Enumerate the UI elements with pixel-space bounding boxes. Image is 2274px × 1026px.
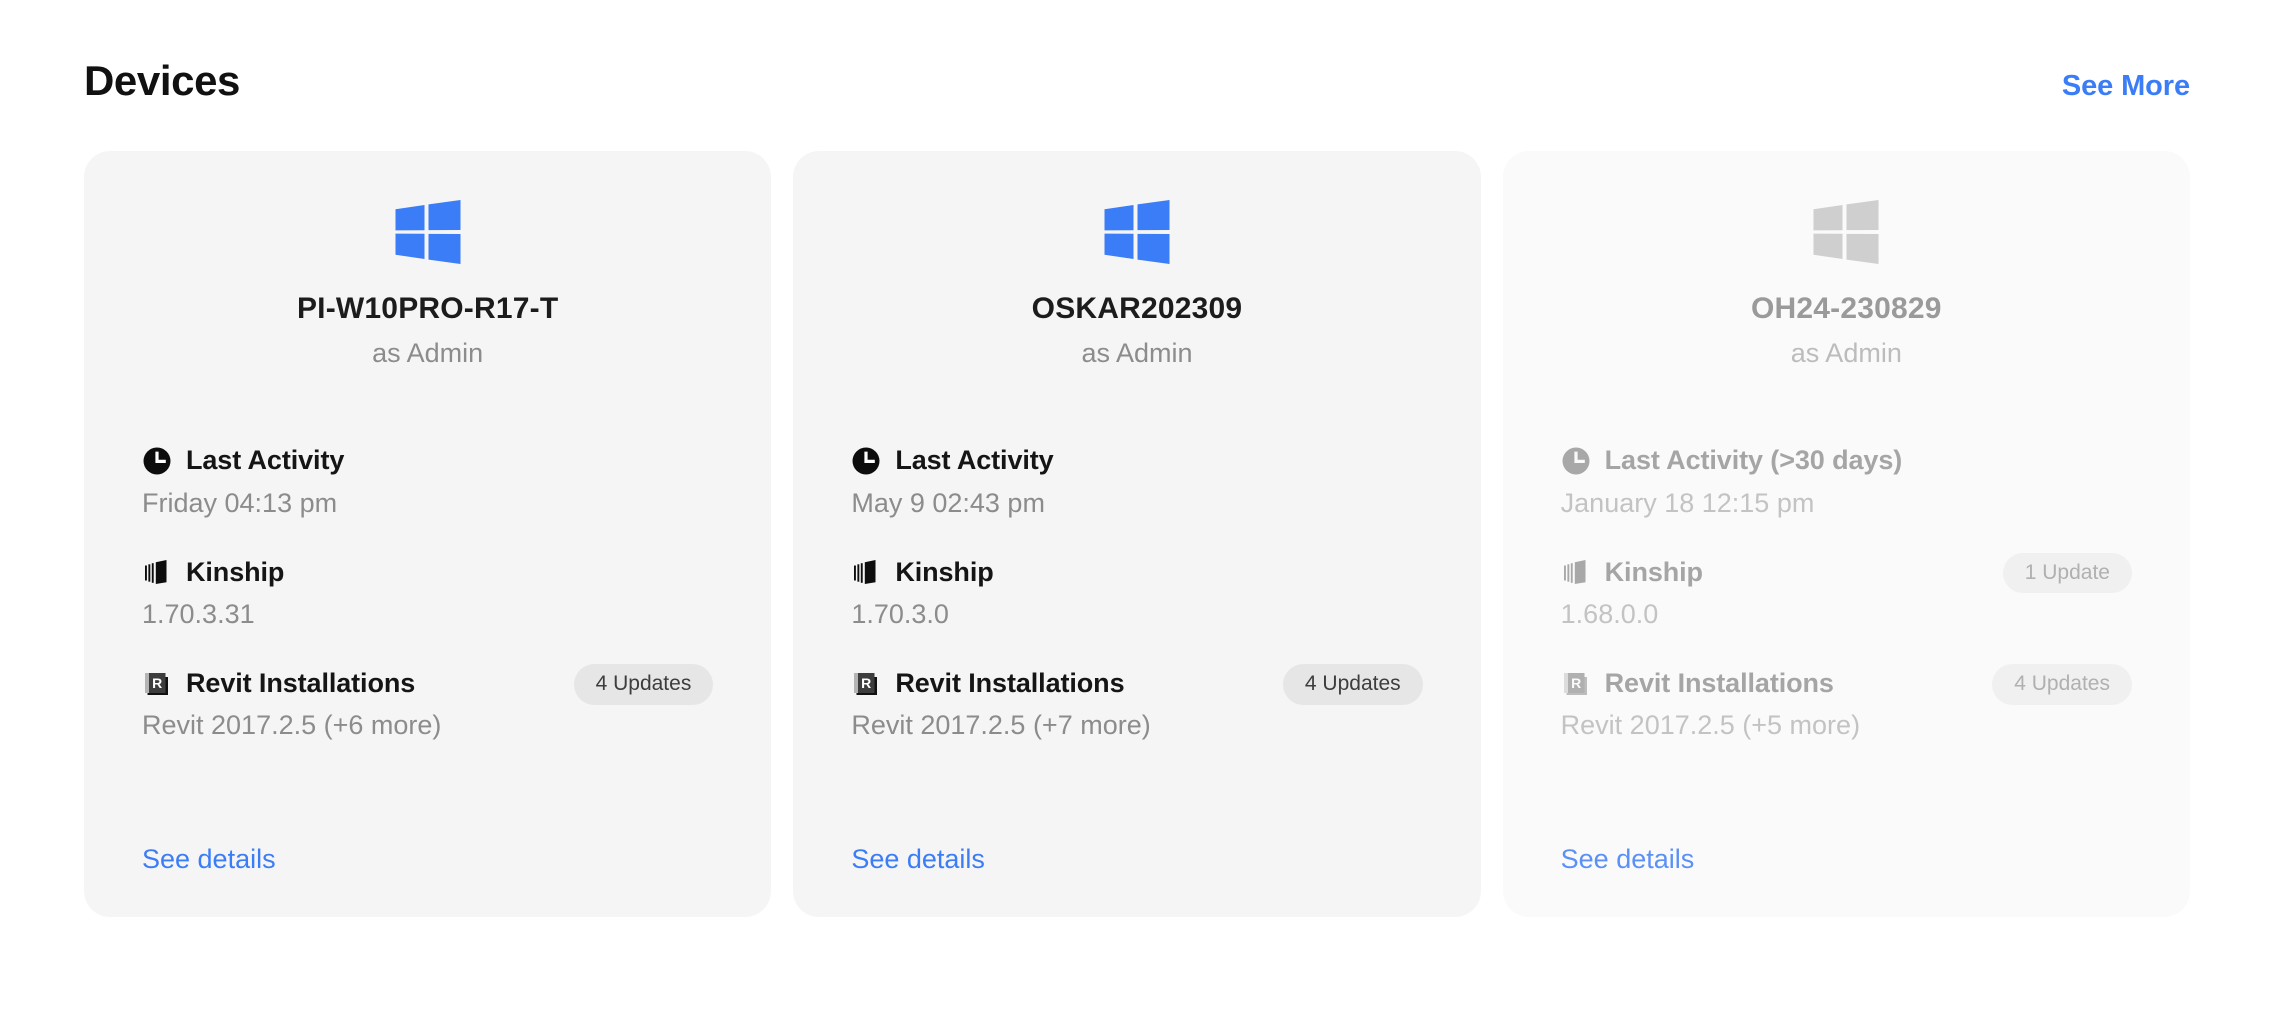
detail-label: Revit Installations <box>1604 668 1834 699</box>
device-card-list: PI-W10PRO-R17-T as Admin Last Activity F… <box>84 151 2190 918</box>
device-card-footer: See details <box>851 799 1422 875</box>
device-role: as Admin <box>1790 338 1902 369</box>
device-card-header: PI-W10PRO-R17-T as Admin <box>142 199 713 369</box>
update-badge: 1 Update <box>2002 552 2132 594</box>
svg-text:R: R <box>1571 675 1581 691</box>
detail-row-revit: R Revit Installations Revit 2017.2.5 (+6… <box>142 664 714 741</box>
detail-label: Revit Installations <box>186 668 416 699</box>
device-name: OSKAR202309 <box>1031 292 1243 326</box>
device-details: Last Activity May 9 02:43 pm Kinship 1.7… <box>851 444 1423 742</box>
device-role: as Admin <box>1081 338 1193 369</box>
update-badge: 4 Updates <box>1992 664 2132 705</box>
kinship-book-icon <box>145 559 167 584</box>
detail-value: 1.70.3.31 <box>142 598 255 629</box>
device-card-footer: See details <box>142 799 713 875</box>
svg-text:R: R <box>861 675 871 691</box>
detail-label: Kinship <box>186 556 285 587</box>
detail-value: Revit 2017.2.5 (+7 more) <box>851 710 1151 741</box>
windows-logo-icon <box>1104 200 1170 265</box>
detail-value: 1.70.3.0 <box>851 598 949 629</box>
detail-value: Revit 2017.2.5 (+5 more) <box>1560 710 1861 741</box>
revit-r-icon: R <box>1563 673 1587 696</box>
see-details-link[interactable]: See details <box>1561 844 1695 874</box>
device-role: as Admin <box>372 338 484 369</box>
detail-value: May 9 02:43 pm <box>851 487 1045 518</box>
detail-value: 1.68.0.0 <box>1560 598 1659 629</box>
windows-logo-icon <box>1813 200 1879 265</box>
device-name: PI-W10PRO-R17-T <box>296 292 559 326</box>
device-card-footer: See details <box>1561 799 2132 875</box>
update-badge: 4 Updates <box>573 664 714 705</box>
svg-text:R: R <box>152 675 162 691</box>
device-card-header: OSKAR202309 as Admin <box>851 199 1422 369</box>
revit-r-icon: R <box>854 673 878 696</box>
device-name: OH24-230829 <box>1750 292 1942 326</box>
devices-page: Devices See More PI-W10PRO-R17-T as Admi… <box>0 0 2274 1026</box>
kinship-book-icon <box>1563 559 1586 584</box>
device-card[interactable]: OH24-230829 as Admin Last Activity (>30 … <box>1502 151 2190 918</box>
see-more-link[interactable]: See More <box>2062 70 2190 103</box>
detail-label: Last Activity <box>186 445 345 476</box>
detail-label: Kinship <box>1604 556 1703 587</box>
detail-label: Revit Installations <box>895 668 1125 699</box>
detail-label: Kinship <box>895 556 994 587</box>
detail-row-revit: R Revit Installations Revit 2017.2.5 (+5… <box>1560 664 2132 741</box>
detail-label: Last Activity (>30 days) <box>1604 445 1903 476</box>
detail-value: Friday 04:13 pm <box>142 487 338 518</box>
section-header: Devices See More <box>84 0 2190 104</box>
windows-logo-icon <box>395 200 461 265</box>
clock-icon <box>1562 447 1590 475</box>
detail-row-kinship: Kinship 1.68.0.0 1 Update <box>1560 552 2132 630</box>
revit-r-icon: R <box>145 673 168 696</box>
detail-row-last-activity: Last Activity May 9 02:43 pm <box>851 444 1422 519</box>
detail-row-last-activity: Last Activity (>30 days) January 18 12:1… <box>1561 444 2132 519</box>
device-details: Last Activity Friday 04:13 pm Kinship 1.… <box>142 444 714 742</box>
device-details: Last Activity (>30 days) January 18 12:1… <box>1561 444 2132 742</box>
clock-icon <box>852 447 880 475</box>
update-badge: 4 Updates <box>1282 664 1423 705</box>
clock-icon <box>143 447 171 475</box>
detail-label: Last Activity <box>895 445 1054 476</box>
detail-row-kinship: Kinship 1.70.3.0 <box>851 555 1422 630</box>
detail-row-last-activity: Last Activity Friday 04:13 pm <box>142 444 713 519</box>
detail-value: January 18 12:15 pm <box>1560 487 1815 518</box>
detail-value: Revit 2017.2.5 (+6 more) <box>142 710 442 741</box>
see-details-link[interactable]: See details <box>851 844 985 874</box>
see-details-link[interactable]: See details <box>142 844 276 874</box>
page-title: Devices <box>84 57 240 104</box>
kinship-book-icon <box>854 559 876 584</box>
detail-row-revit: R Revit Installations Revit 2017.2.5 (+7… <box>851 664 1423 741</box>
device-card-header: OH24-230829 as Admin <box>1561 199 2132 369</box>
device-card[interactable]: PI-W10PRO-R17-T as Admin Last Activity F… <box>84 151 772 918</box>
device-card[interactable]: OSKAR202309 as Admin Last Activity May 9… <box>793 151 1481 918</box>
detail-row-kinship: Kinship 1.70.3.31 <box>142 555 713 630</box>
